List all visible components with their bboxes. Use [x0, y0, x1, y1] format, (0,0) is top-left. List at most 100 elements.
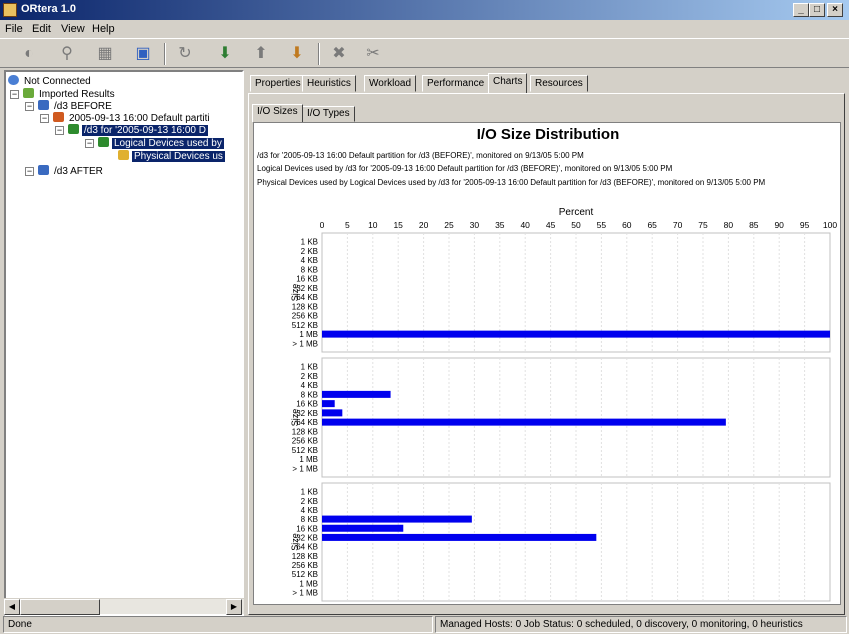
- maximize-button[interactable]: □: [809, 3, 825, 17]
- partition-icon: [53, 112, 64, 122]
- y-tick-label: 128 KB: [292, 552, 318, 561]
- tree-node-logical-devices[interactable]: Logical Devices used by: [98, 137, 224, 149]
- subtab-io-types[interactable]: I/O Types: [302, 106, 355, 122]
- tree-node-not-connected[interactable]: Not Connected: [8, 75, 93, 87]
- collapse-toggle[interactable]: −: [25, 167, 34, 176]
- y-tick-label: 1 MB: [299, 330, 318, 339]
- scroll-thumb[interactable]: [20, 599, 100, 615]
- y-tick-label: > 1 MB: [292, 339, 318, 348]
- logical-devices-icon: [98, 137, 109, 147]
- tab-heuristics[interactable]: Heuristics: [302, 75, 356, 92]
- y-tick-label: 4 KB: [301, 256, 318, 265]
- collapse-toggle[interactable]: −: [40, 114, 49, 123]
- x-tick-label: 70: [673, 220, 683, 230]
- x-tick-label: 100: [823, 220, 837, 230]
- minimize-button[interactable]: _: [793, 3, 809, 17]
- x-tick-label: 5: [345, 220, 350, 230]
- delete-icon[interactable]: ✖: [328, 43, 350, 65]
- io-size-chart: I/O Size Distribution /d3 for '2005-09-1…: [253, 122, 841, 605]
- tree-node-imported-results[interactable]: Imported Results: [23, 88, 117, 100]
- menu-view[interactable]: View: [61, 23, 85, 35]
- x-tick-label: 90: [774, 220, 784, 230]
- y-tick-label: 256 KB: [292, 312, 318, 321]
- globe-icon: [8, 75, 19, 85]
- y-tick-label: 512 KB: [292, 570, 318, 579]
- tab-performance[interactable]: Performance: [422, 75, 490, 92]
- y-tick-label: 2 KB: [301, 247, 318, 256]
- y-tick-label: 512 KB: [292, 321, 318, 330]
- y-tick-label: 256 KB: [292, 561, 318, 570]
- window-title: ORtera 1.0: [21, 3, 77, 15]
- tree-node-d3-for[interactable]: /d3 for '2005-09-13 16:00 D: [68, 124, 208, 136]
- x-tick-label: 75: [698, 220, 708, 230]
- y-tick-label: 1 MB: [299, 579, 318, 588]
- x-tick-label: 50: [571, 220, 581, 230]
- bar: [322, 533, 597, 541]
- y-tick-label: 4 KB: [301, 506, 318, 515]
- host-icon: [38, 165, 49, 175]
- subtab-io-sizes[interactable]: I/O Sizes: [252, 104, 303, 122]
- menu-edit[interactable]: Edit: [32, 23, 51, 35]
- save-icon[interactable]: ⬇: [286, 43, 308, 65]
- scroll-left-icon[interactable]: ◀: [4, 599, 20, 615]
- status-text: Done: [3, 616, 433, 633]
- y-tick-label: 2 KB: [301, 497, 318, 506]
- y-tick-label: 1 KB: [301, 488, 318, 497]
- export-icon[interactable]: ⬆: [250, 43, 272, 65]
- collapse-toggle[interactable]: −: [55, 126, 64, 135]
- y-axis-label: Size: [290, 533, 300, 551]
- y-tick-label: 256 KB: [292, 437, 318, 446]
- tab-resources[interactable]: Resources: [530, 75, 588, 92]
- collapse-toggle[interactable]: −: [85, 139, 94, 148]
- scroll-right-icon[interactable]: ▶: [226, 599, 242, 615]
- connect-icon[interactable]: ◐: [18, 43, 40, 65]
- tree-node-d3-after[interactable]: /d3 AFTER: [38, 165, 105, 177]
- shield-icon: [68, 124, 79, 134]
- bar: [322, 400, 335, 408]
- toolbar: ◐ ⚲ ▦ ▣ ↻ ⬇ ⬆ ⬇ ✖ ✂: [0, 38, 849, 68]
- close-button[interactable]: ×: [827, 3, 843, 17]
- y-tick-label: 16 KB: [296, 524, 318, 533]
- tab-properties[interactable]: Properties: [250, 75, 306, 92]
- y-tick-label: 8 KB: [301, 515, 318, 524]
- y-tick-label: 128 KB: [292, 427, 318, 436]
- menu-bar: File Edit View Help: [0, 20, 849, 38]
- x-tick-label: 60: [622, 220, 632, 230]
- menu-file[interactable]: File: [5, 23, 23, 35]
- y-tick-label: 128 KB: [292, 302, 318, 311]
- x-tick-label: 15: [393, 220, 403, 230]
- tree-node-d3-before[interactable]: /d3 BEFORE: [38, 100, 114, 112]
- x-tick-label: 55: [597, 220, 607, 230]
- status-job-summary: Managed Hosts: 0 Job Status: 0 scheduled…: [435, 616, 847, 633]
- tree-panel[interactable]: Not Connected − Imported Results − /d3 B…: [4, 70, 244, 616]
- y-tick-label: 16 KB: [296, 400, 318, 409]
- x-tick-label: 85: [749, 220, 759, 230]
- collapse-toggle[interactable]: −: [25, 102, 34, 111]
- tree-node-partition[interactable]: 2005-09-13 16:00 Default partiti: [53, 112, 212, 124]
- app-icon: [3, 3, 17, 17]
- x-tick-label: 10: [368, 220, 378, 230]
- tree-horizontal-scrollbar[interactable]: ◀ ▶: [4, 598, 244, 615]
- tree-node-physical-devices[interactable]: Physical Devices us: [118, 150, 225, 162]
- bar: [322, 390, 391, 398]
- hosts-icon[interactable]: ▦: [94, 43, 116, 65]
- bar: [322, 515, 472, 523]
- y-tick-label: 1 KB: [301, 363, 318, 372]
- new-window-icon[interactable]: ▣: [132, 43, 154, 65]
- y-tick-label: 8 KB: [301, 265, 318, 274]
- y-tick-label: 8 KB: [301, 390, 318, 399]
- menu-help[interactable]: Help: [92, 23, 115, 35]
- disconnect-icon[interactable]: ⚲: [56, 43, 78, 65]
- import-icon[interactable]: ⬇: [214, 43, 236, 65]
- title-bar: ORtera 1.0 _ □ ×: [0, 0, 849, 20]
- x-tick-label: 80: [724, 220, 734, 230]
- refresh-icon[interactable]: ↻: [174, 43, 196, 65]
- tab-workload[interactable]: Workload: [364, 75, 417, 92]
- cut-icon[interactable]: ✂: [362, 43, 384, 65]
- x-tick-label: 30: [470, 220, 480, 230]
- x-tick-label: 20: [419, 220, 429, 230]
- collapse-toggle[interactable]: −: [10, 90, 19, 99]
- y-tick-label: 4 KB: [301, 381, 318, 390]
- bar: [322, 330, 830, 338]
- tab-charts[interactable]: Charts: [488, 73, 528, 93]
